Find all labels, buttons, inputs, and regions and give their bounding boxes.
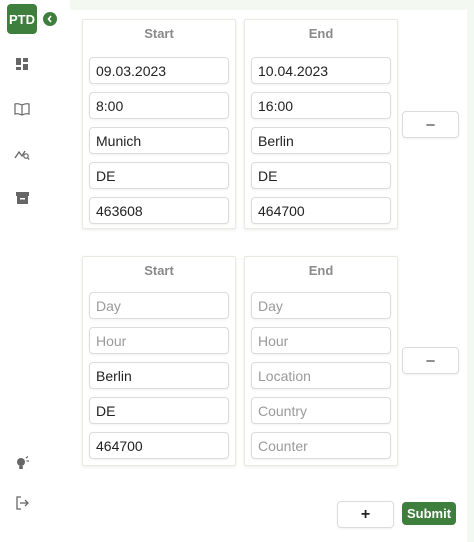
dashboard-icon[interactable] xyxy=(13,55,31,73)
start-country-input[interactable] xyxy=(89,397,229,424)
end-day-input[interactable] xyxy=(251,57,391,84)
remove-trip-button[interactable]: – xyxy=(402,111,459,138)
end-country-input[interactable] xyxy=(251,397,391,424)
start-day-input[interactable] xyxy=(89,292,229,319)
trip-2-end-card: End xyxy=(244,256,398,466)
app-logo[interactable]: PTD xyxy=(7,4,37,34)
right-gutter xyxy=(467,0,474,542)
start-hour-input[interactable] xyxy=(89,327,229,354)
start-day-input[interactable] xyxy=(89,57,229,84)
add-trip-button[interactable]: + xyxy=(337,501,394,528)
card-title: End xyxy=(308,26,334,41)
remove-trip-button[interactable]: – xyxy=(402,347,459,374)
end-counter-input[interactable] xyxy=(251,197,391,224)
end-day-input[interactable] xyxy=(251,292,391,319)
start-location-input[interactable] xyxy=(89,362,229,389)
logout-icon[interactable] xyxy=(13,494,31,512)
top-gutter xyxy=(70,0,474,10)
chevron-left-icon[interactable] xyxy=(43,12,57,26)
end-location-input[interactable] xyxy=(251,127,391,154)
trip-2-start-card: Start xyxy=(82,256,236,466)
start-counter-input[interactable] xyxy=(89,432,229,459)
start-location-input[interactable] xyxy=(89,127,229,154)
analytics-icon[interactable] xyxy=(13,145,31,163)
start-country-input[interactable] xyxy=(89,162,229,189)
end-country-input[interactable] xyxy=(251,162,391,189)
trip-1-end-card: End xyxy=(244,19,398,229)
end-hour-input[interactable] xyxy=(251,327,391,354)
trip-1-start-card: Start xyxy=(82,19,236,229)
end-counter-input[interactable] xyxy=(251,432,391,459)
card-title: End xyxy=(308,263,334,278)
book-icon[interactable] xyxy=(13,100,31,118)
start-hour-input[interactable] xyxy=(89,92,229,119)
start-counter-input[interactable] xyxy=(89,197,229,224)
sidebar: PTD xyxy=(0,0,70,542)
card-title: Start xyxy=(144,26,174,41)
main-content: Start End – Start End – + Submit xyxy=(70,0,474,542)
end-hour-input[interactable] xyxy=(251,92,391,119)
card-title: Start xyxy=(144,263,174,278)
archive-icon[interactable] xyxy=(13,189,31,207)
end-location-input[interactable] xyxy=(251,362,391,389)
lightbulb-icon[interactable] xyxy=(13,454,31,472)
submit-button[interactable]: Submit xyxy=(402,502,456,525)
